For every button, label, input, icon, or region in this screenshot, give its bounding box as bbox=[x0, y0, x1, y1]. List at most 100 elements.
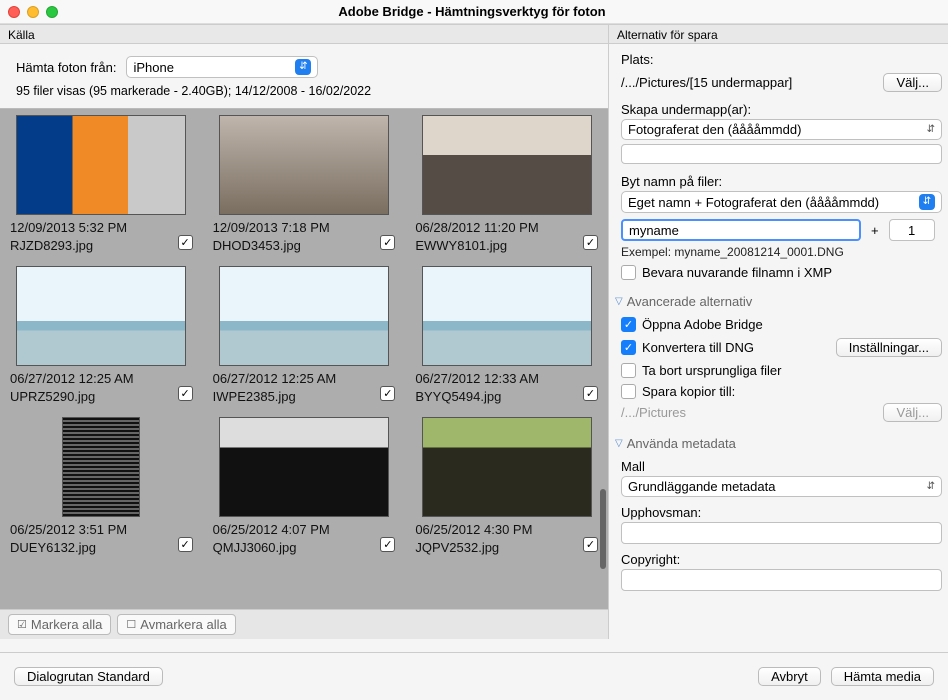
thumbnail-item[interactable]: 12/09/2013 7:18 PMDHOD3453.jpg bbox=[203, 109, 406, 260]
template-label: Mall bbox=[621, 459, 942, 474]
plus-label: + bbox=[867, 223, 883, 238]
thumbnail-item[interactable]: 06/25/2012 3:51 PMDUEY6132.jpg bbox=[0, 411, 203, 562]
dng-settings-button[interactable]: Inställningar... bbox=[836, 338, 942, 357]
thumb-filename: IWPE2385.jpg bbox=[213, 388, 337, 406]
thumb-filename: DUEY6132.jpg bbox=[10, 539, 127, 557]
thumb-filename: UPRZ5290.jpg bbox=[10, 388, 134, 406]
source-select-value: iPhone bbox=[133, 60, 173, 75]
thumb-checkbox[interactable] bbox=[178, 537, 193, 552]
example-text: Exempel: myname_20081214_0001.DNG bbox=[621, 245, 942, 259]
minimize-icon[interactable] bbox=[27, 6, 39, 18]
thumb-checkbox[interactable] bbox=[380, 386, 395, 401]
check-all-icon: ☑ bbox=[17, 618, 27, 631]
choose-location-button[interactable]: Välj... bbox=[883, 73, 942, 92]
thumbnail-grid[interactable]: 12/09/2013 5:32 PMRJZD8293.jpg12/09/2013… bbox=[0, 108, 608, 609]
open-bridge-label: Öppna Adobe Bridge bbox=[642, 317, 763, 332]
thumb-date: 06/27/2012 12:25 AM bbox=[10, 370, 134, 388]
choose-copies-button: Välj... bbox=[883, 403, 942, 422]
location-path: /.../Pictures/[15 undermappar] bbox=[621, 71, 877, 94]
select-all-button[interactable]: ☑ Markera alla bbox=[8, 614, 111, 635]
location-label: Plats: bbox=[621, 52, 942, 67]
preserve-xmp-label: Bevara nuvarande filnamn i XMP bbox=[642, 265, 832, 280]
thumbnail-item[interactable]: 06/27/2012 12:33 AMBYYQ5494.jpg bbox=[405, 260, 608, 411]
thumb-checkbox[interactable] bbox=[380, 537, 395, 552]
save-copies-label: Spara kopior till: bbox=[642, 384, 735, 399]
chevron-updown-icon: ⇵ bbox=[295, 59, 311, 75]
thumb-filename: EWWY8101.jpg bbox=[415, 237, 538, 255]
thumbnail-image[interactable] bbox=[16, 266, 186, 366]
copyright-input[interactable] bbox=[621, 569, 942, 591]
source-section-header: Källa bbox=[0, 24, 608, 44]
thumbnail-item[interactable]: 06/27/2012 12:25 AMIWPE2385.jpg bbox=[203, 260, 406, 411]
preserve-xmp-checkbox[interactable] bbox=[621, 265, 636, 280]
thumb-checkbox[interactable] bbox=[178, 235, 193, 250]
thumb-checkbox[interactable] bbox=[583, 537, 598, 552]
sequence-input[interactable] bbox=[889, 219, 935, 241]
copyright-label: Copyright: bbox=[621, 552, 942, 567]
chevron-updown-icon: ⇵ bbox=[927, 124, 935, 135]
thumbnail-image[interactable] bbox=[219, 417, 389, 517]
thumb-filename: JQPV2532.jpg bbox=[415, 539, 532, 557]
thumbnail-image[interactable] bbox=[16, 115, 186, 215]
metadata-template-select[interactable]: Grundläggande metadata ⇵ bbox=[621, 476, 942, 497]
thumbnail-image[interactable] bbox=[219, 266, 389, 366]
subfolder-select[interactable]: Fotograferat den (ååååmmdd) ⇵ bbox=[621, 119, 942, 140]
deselect-all-button[interactable]: ☐ Avmarkera alla bbox=[117, 614, 235, 635]
source-label: Hämta foton från: bbox=[16, 60, 116, 75]
thumbnail-item[interactable]: 06/27/2012 12:25 AMUPRZ5290.jpg bbox=[0, 260, 203, 411]
subfolder-name-input[interactable] bbox=[621, 144, 942, 164]
thumbnail-image[interactable] bbox=[422, 417, 592, 517]
thumb-checkbox[interactable] bbox=[583, 386, 598, 401]
triangle-down-icon: ▽ bbox=[615, 296, 623, 307]
source-select[interactable]: iPhone ⇵ bbox=[126, 56, 318, 78]
convert-dng-label: Konvertera till DNG bbox=[642, 340, 830, 355]
convert-dng-checkbox[interactable] bbox=[621, 340, 636, 355]
zoom-icon[interactable] bbox=[46, 6, 58, 18]
chevron-updown-icon: ⇵ bbox=[927, 481, 935, 492]
rename-label: Byt namn på filer: bbox=[621, 174, 942, 189]
delete-originals-label: Ta bort ursprungliga filer bbox=[642, 363, 781, 378]
scrollbar[interactable] bbox=[600, 489, 606, 569]
thumbnail-image[interactable] bbox=[422, 266, 592, 366]
thumb-date: 06/25/2012 4:07 PM bbox=[213, 521, 330, 539]
thumb-checkbox[interactable] bbox=[178, 386, 193, 401]
open-bridge-checkbox[interactable] bbox=[621, 317, 636, 332]
creator-label: Upphovsman: bbox=[621, 505, 942, 520]
cancel-button[interactable]: Avbryt bbox=[758, 667, 821, 686]
save-copies-checkbox[interactable] bbox=[621, 384, 636, 399]
thumbnail-item[interactable]: 06/28/2012 11:20 PMEWWY8101.jpg bbox=[405, 109, 608, 260]
save-options-header: Alternativ för spara bbox=[609, 24, 948, 44]
close-icon[interactable] bbox=[8, 6, 20, 18]
thumb-date: 12/09/2013 5:32 PM bbox=[10, 219, 127, 237]
creator-input[interactable] bbox=[621, 522, 942, 544]
subfolder-label: Skapa undermapp(ar): bbox=[621, 102, 942, 117]
thumb-filename: QMJJ3060.jpg bbox=[213, 539, 330, 557]
thumb-date: 06/27/2012 12:25 AM bbox=[213, 370, 337, 388]
delete-originals-checkbox[interactable] bbox=[621, 363, 636, 378]
thumbnail-item[interactable]: 12/09/2013 5:32 PMRJZD8293.jpg bbox=[0, 109, 203, 260]
thumb-filename: DHOD3453.jpg bbox=[213, 237, 330, 255]
chevron-updown-icon: ⇵ bbox=[919, 194, 935, 210]
copies-path: /.../Pictures bbox=[621, 405, 877, 420]
thumbnail-image[interactable] bbox=[62, 417, 140, 517]
titlebar: Adobe Bridge - Hämtningsverktyg för foto… bbox=[0, 0, 948, 24]
uncheck-all-icon: ☐ bbox=[126, 618, 136, 631]
metadata-disclosure[interactable]: ▽ Använda metadata bbox=[615, 436, 942, 451]
thumbnail-item[interactable]: 06/25/2012 4:30 PMJQPV2532.jpg bbox=[405, 411, 608, 562]
rename-select[interactable]: Eget namn + Fotograferat den (ååååmmdd) … bbox=[621, 191, 942, 213]
thumb-checkbox[interactable] bbox=[380, 235, 395, 250]
thumb-checkbox[interactable] bbox=[583, 235, 598, 250]
thumb-date: 06/25/2012 3:51 PM bbox=[10, 521, 127, 539]
thumb-date: 06/28/2012 11:20 PM bbox=[415, 219, 538, 237]
dialog-standard-button[interactable]: Dialogrutan Standard bbox=[14, 667, 163, 686]
thumb-date: 06/25/2012 4:30 PM bbox=[415, 521, 532, 539]
thumbnail-item[interactable]: 06/25/2012 4:07 PMQMJJ3060.jpg bbox=[203, 411, 406, 562]
status-text: 95 filer visas (95 markerade - 2.40GB); … bbox=[0, 84, 608, 108]
triangle-down-icon: ▽ bbox=[615, 438, 623, 449]
thumbnail-image[interactable] bbox=[422, 115, 592, 215]
advanced-disclosure[interactable]: ▽ Avancerade alternativ bbox=[615, 294, 942, 309]
thumb-filename: BYYQ5494.jpg bbox=[415, 388, 539, 406]
custom-name-input[interactable] bbox=[621, 219, 861, 241]
thumbnail-image[interactable] bbox=[219, 115, 389, 215]
get-media-button[interactable]: Hämta media bbox=[831, 667, 934, 686]
